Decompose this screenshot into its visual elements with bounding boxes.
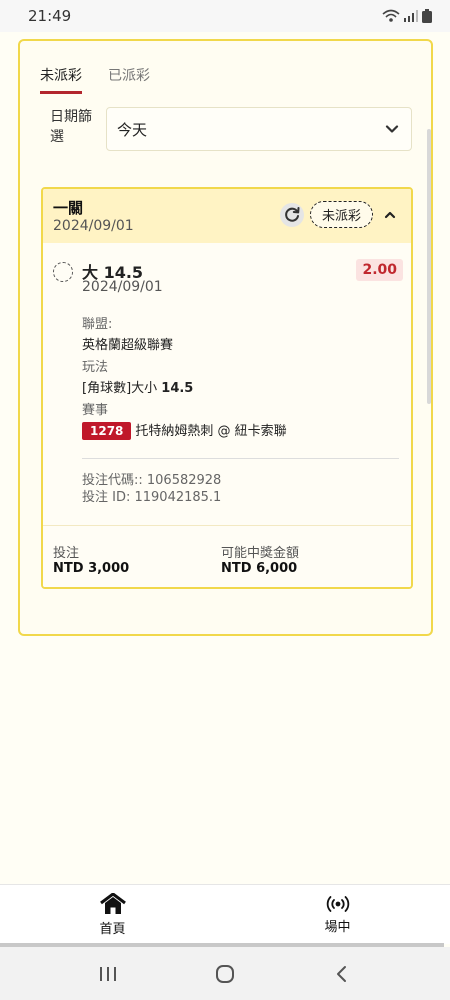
bet-codes: 投注代碼:: 106582928 投注 ID: 119042185.1 xyxy=(82,472,221,506)
bet-card: 一關 2024/09/01 未派彩 大 14.5 2024/09/01 2.00… xyxy=(41,187,413,589)
event-id-badge: 1278 xyxy=(82,422,132,440)
back-icon xyxy=(336,965,346,982)
date-filter: 日期篩 選 今天 xyxy=(50,107,412,151)
date-filter-label-line2: 選 xyxy=(50,129,64,145)
signal-icon xyxy=(404,10,418,22)
status-time: 21:49 xyxy=(28,7,72,25)
selection-date: 2024/09/01 xyxy=(82,279,163,295)
market-line: 14.5 xyxy=(161,381,194,396)
market-prefix: [角球數]大小 xyxy=(82,381,162,396)
nav-home-label: 首頁 xyxy=(99,921,126,937)
home-circle-icon xyxy=(215,964,234,983)
market-field: 玩法 [角球數]大小 14.5 xyxy=(82,356,193,396)
status-bar: 21:49 xyxy=(0,0,450,32)
bet-id: 投注 ID: 119042185.1 xyxy=(82,490,222,505)
potential-win-block: 可能中獎金額 NTD 6,000 xyxy=(221,542,389,587)
date-filter-select[interactable]: 今天 xyxy=(106,107,412,151)
chevron-up-icon xyxy=(384,211,396,218)
live-icon xyxy=(326,895,349,912)
potential-win-label: 可能中獎金額 xyxy=(221,546,300,561)
tab-unsettled[interactable]: 未派彩 xyxy=(40,65,82,94)
event-name: 托特納姆熱刺 @ 紐卡索聯 xyxy=(135,424,287,439)
nav-live-label: 場中 xyxy=(324,919,351,935)
odds-badge: 2.00 xyxy=(356,259,403,281)
battery-icon xyxy=(422,9,432,23)
bet-card-body: 大 14.5 2024/09/01 2.00 聯盟: 英格蘭超級聯賽 玩法 [角… xyxy=(43,243,411,527)
league-field: 聯盟: 英格蘭超級聯賽 xyxy=(82,313,173,353)
market-value: [角球數]大小 14.5 xyxy=(82,377,193,396)
scrollbar[interactable] xyxy=(427,129,431,404)
collapse-button[interactable] xyxy=(379,204,401,226)
home-system-button[interactable] xyxy=(205,954,245,994)
stake-value: NTD 3,000 xyxy=(53,561,130,576)
status-icons xyxy=(382,9,432,23)
tab-settled[interactable]: 已派彩 xyxy=(108,65,150,94)
bottom-nav: 首頁 場中 xyxy=(0,884,450,944)
bet-records-panel: 未派彩 已派彩 日期篩 選 今天 一關 2024/09/01 未派彩 大 14.… xyxy=(18,39,433,636)
date-filter-label-line1: 日期篩 xyxy=(50,109,92,125)
chevron-down-icon xyxy=(385,125,399,133)
bet-code: 投注代碼:: 106582928 xyxy=(82,473,222,488)
bet-card-header[interactable]: 一關 2024/09/01 未派彩 xyxy=(43,189,411,243)
recent-apps-button[interactable] xyxy=(88,954,128,994)
nav-home[interactable]: 首頁 xyxy=(0,885,225,944)
bet-status-tabs: 未派彩 已派彩 xyxy=(40,65,150,94)
system-nav-bar xyxy=(0,947,450,1000)
market-label: 玩法 xyxy=(82,360,109,375)
bet-status-badge: 未派彩 xyxy=(309,201,373,228)
league-value: 英格蘭超級聯賽 xyxy=(82,338,174,353)
event-value: 1278 托特納姆熱刺 @ 紐卡索聯 xyxy=(82,420,287,440)
event-label: 賽事 xyxy=(82,403,109,418)
date-filter-value: 今天 xyxy=(117,120,148,139)
bet-header-actions: 未派彩 xyxy=(279,201,401,228)
nav-live[interactable]: 場中 xyxy=(225,885,450,944)
date-filter-label: 日期篩 選 xyxy=(50,107,100,147)
potential-win-value: NTD 6,000 xyxy=(221,561,298,576)
bet-card-footer: 投注 NTD 3,000 可能中獎金額 NTD 6,000 xyxy=(43,525,411,587)
refresh-icon xyxy=(285,206,300,222)
recent-apps-icon xyxy=(100,966,117,981)
home-icon xyxy=(99,892,126,914)
divider xyxy=(82,458,399,459)
wifi-icon xyxy=(382,9,400,22)
stake-block: 投注 NTD 3,000 xyxy=(53,542,221,587)
back-button[interactable] xyxy=(322,954,362,994)
event-field: 賽事 1278 托特納姆熱刺 @ 紐卡索聯 xyxy=(82,399,287,440)
selection-radio[interactable] xyxy=(53,262,73,282)
stake-label: 投注 xyxy=(53,546,80,561)
league-label: 聯盟: xyxy=(82,317,113,332)
refresh-button[interactable] xyxy=(279,202,304,227)
